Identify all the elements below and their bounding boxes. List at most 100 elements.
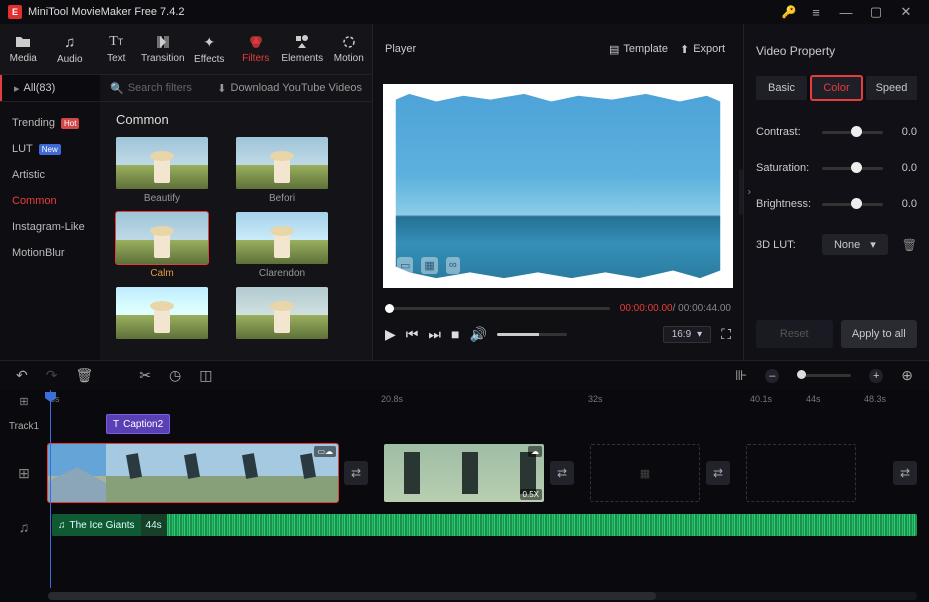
prop-tab-color[interactable]: Color (811, 76, 862, 100)
close-button[interactable]: ✕ (891, 0, 921, 24)
resize-handle[interactable] (739, 169, 743, 215)
prop-tab-speed[interactable]: Speed (866, 76, 917, 100)
lut-label: 3D LUT: (756, 239, 814, 251)
thumb-label: Calm (116, 268, 208, 279)
undo-button[interactable]: ↶ (16, 367, 28, 384)
video-clip-1[interactable]: ▭☁ (48, 444, 338, 502)
placeholder-clip[interactable]: ▦ (590, 444, 700, 502)
zoom-slider[interactable] (797, 374, 851, 377)
transition-slot[interactable]: ⇄ (706, 461, 730, 485)
share-icon[interactable]: ∞ (446, 257, 460, 274)
tab-audio[interactable]: ♫ Audio (47, 34, 94, 65)
ruler-tick: 44s (806, 394, 821, 404)
zoom-out-button[interactable]: – (765, 369, 779, 383)
audio-duration: 44s (141, 514, 167, 536)
download-youtube-link[interactable]: ⬇Download YouTube Videos (207, 82, 372, 95)
add-track-icon[interactable]: ⊞ (19, 395, 28, 408)
tab-filters[interactable]: Filters (233, 34, 280, 64)
placeholder-clip[interactable] (746, 444, 856, 502)
lut-select[interactable]: None▾ (822, 234, 888, 255)
template-label: Template (623, 43, 668, 55)
filter-thumb-befori[interactable]: Befori (236, 137, 328, 204)
filter-thumb-clarendon[interactable]: Clarendon (236, 212, 328, 279)
redo-button[interactable]: ↷ (46, 367, 58, 384)
horizontal-scrollbar[interactable] (48, 592, 917, 600)
waveform (167, 514, 917, 536)
filters-icon (248, 34, 264, 50)
transition-slot[interactable]: ⇄ (893, 461, 917, 485)
zoom-in-button[interactable]: + (869, 369, 883, 383)
tab-label: Filters (242, 53, 269, 64)
collapse-arrow-icon[interactable]: › (748, 187, 751, 198)
audio-meter-icon[interactable]: ⊪ (735, 367, 747, 384)
trash-icon[interactable]: 🗑 (896, 238, 917, 252)
video-clip-2[interactable]: 0.5X ☁ (384, 444, 544, 502)
filter-thumb-calm[interactable]: Calm (116, 212, 208, 279)
maximize-button[interactable]: ▢ (861, 0, 891, 24)
volume-icon[interactable]: 🔊 (469, 326, 486, 343)
apply-all-button[interactable]: Apply to all (841, 320, 918, 348)
crop-button[interactable]: ◫ (199, 367, 212, 384)
tab-motion[interactable]: Motion (326, 34, 373, 64)
transition-icon (155, 34, 171, 50)
tab-elements[interactable]: Elements (279, 34, 326, 64)
tab-effects[interactable]: ✦ Effects (186, 34, 233, 65)
tab-text[interactable]: TT Text (93, 34, 140, 64)
sidebar-item-motionblur[interactable]: MotionBlur (0, 240, 100, 266)
speed-button[interactable]: ◷ (169, 367, 181, 384)
sidebar-item-artistic[interactable]: Artistic (0, 162, 100, 188)
audio-name: The Ice Giants (70, 520, 135, 531)
sidebar-item-instagram[interactable]: Instagram-Like (0, 214, 100, 240)
minimize-button[interactable]: — (831, 0, 861, 24)
sidebar-item-common[interactable]: Common (0, 188, 100, 214)
contrast-value: 0.0 (891, 126, 917, 138)
music-note-icon: ♫ (58, 520, 66, 531)
reset-button[interactable]: Reset (756, 320, 833, 348)
caption-clip[interactable]: TCaption2 (106, 414, 170, 434)
brightness-slider[interactable] (822, 203, 883, 206)
volume-slider[interactable] (497, 333, 567, 336)
next-button[interactable]: ⏭ (428, 326, 441, 343)
camera-icon[interactable]: ▭ (397, 257, 413, 274)
prop-tab-basic[interactable]: Basic (756, 76, 807, 100)
cut-button[interactable]: ✂ (139, 367, 151, 384)
audio-clip[interactable]: ♫ The Ice Giants 44s (52, 514, 917, 536)
image-icon[interactable]: ▦ (421, 257, 437, 274)
zoom-fit-button[interactable]: ⊕ (901, 367, 913, 384)
transition-slot[interactable]: ⇄ (550, 461, 574, 485)
filter-thumb[interactable] (116, 287, 208, 343)
aspect-ratio-select[interactable]: 16:9▾ (663, 326, 712, 343)
filter-thumb[interactable] (236, 287, 328, 343)
filter-all-tab[interactable]: ▸All(83) (0, 75, 100, 101)
export-button[interactable]: ⬆Export (674, 43, 731, 56)
delete-button[interactable]: 🗑 (75, 367, 93, 384)
audio-track-icon[interactable]: ♫ (19, 519, 30, 535)
seek-bar[interactable] (385, 307, 610, 310)
tab-media[interactable]: Media (0, 34, 47, 64)
filter-thumb-beautify[interactable]: Beautify (116, 137, 208, 204)
fullscreen-button[interactable]: ⛶ (721, 326, 731, 343)
playhead[interactable] (50, 390, 51, 588)
sidebar-label: Instagram-Like (12, 221, 85, 233)
transition-slot[interactable]: ⇄ (344, 461, 368, 485)
tab-label: Transition (141, 53, 185, 64)
new-badge: New (39, 144, 61, 155)
saturation-slider[interactable] (822, 167, 883, 170)
key-icon[interactable]: 🔑 (777, 5, 801, 19)
motion-icon (341, 34, 357, 50)
video-track-icon[interactable]: ⊞ (18, 465, 30, 481)
prev-button[interactable]: ⏮ (406, 326, 419, 343)
time-ruler[interactable]: 0s 20.8s 32s 40.1s 44s 48.3s (48, 390, 929, 412)
play-button[interactable]: ▶ (385, 326, 396, 343)
stop-button[interactable]: ■ (451, 326, 459, 342)
contrast-slider[interactable] (822, 131, 883, 134)
menu-icon[interactable]: ≡ (801, 0, 831, 24)
tab-transition[interactable]: Transition (140, 34, 187, 64)
search-filters[interactable]: 🔍Search filters (100, 82, 207, 95)
video-preview[interactable]: ▭ ▦ ∞ (383, 84, 733, 288)
template-button[interactable]: ▤Template (603, 43, 674, 56)
sidebar-item-trending[interactable]: TrendingHot (0, 110, 100, 136)
export-icon: ⬆ (680, 43, 689, 56)
tab-label: Text (107, 53, 125, 64)
sidebar-item-lut[interactable]: LUTNew (0, 136, 100, 162)
